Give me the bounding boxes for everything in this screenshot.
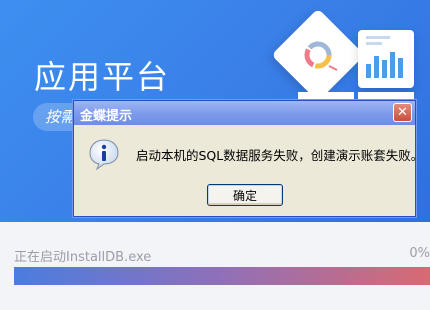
dialog-title: 金蝶提示 (80, 109, 133, 124)
pie-chart-icon (271, 8, 365, 102)
progress-status-text: 正在启动InstallDB.exe (14, 250, 152, 265)
close-icon: ✕ (397, 105, 408, 120)
progress-percent: 0% (409, 246, 430, 261)
page-title: 应用平台 (34, 58, 171, 96)
dialog-message: 启动本机的SQL数据服务失败，创建演示账套失败。 (136, 148, 424, 163)
bar-chart-icon (358, 30, 414, 88)
progress-bar (14, 267, 430, 285)
illustration-base (358, 92, 414, 100)
ok-button[interactable]: 确定 (207, 184, 283, 206)
alert-dialog: 金蝶提示 ✕ 启动本机的SQL数据服务失败，创建演示账套失败。 确定 (73, 100, 423, 217)
dialog-titlebar[interactable]: 金蝶提示 ✕ (74, 101, 415, 125)
close-button[interactable]: ✕ (393, 103, 412, 122)
info-icon (89, 139, 119, 171)
illustration-base (298, 92, 354, 100)
